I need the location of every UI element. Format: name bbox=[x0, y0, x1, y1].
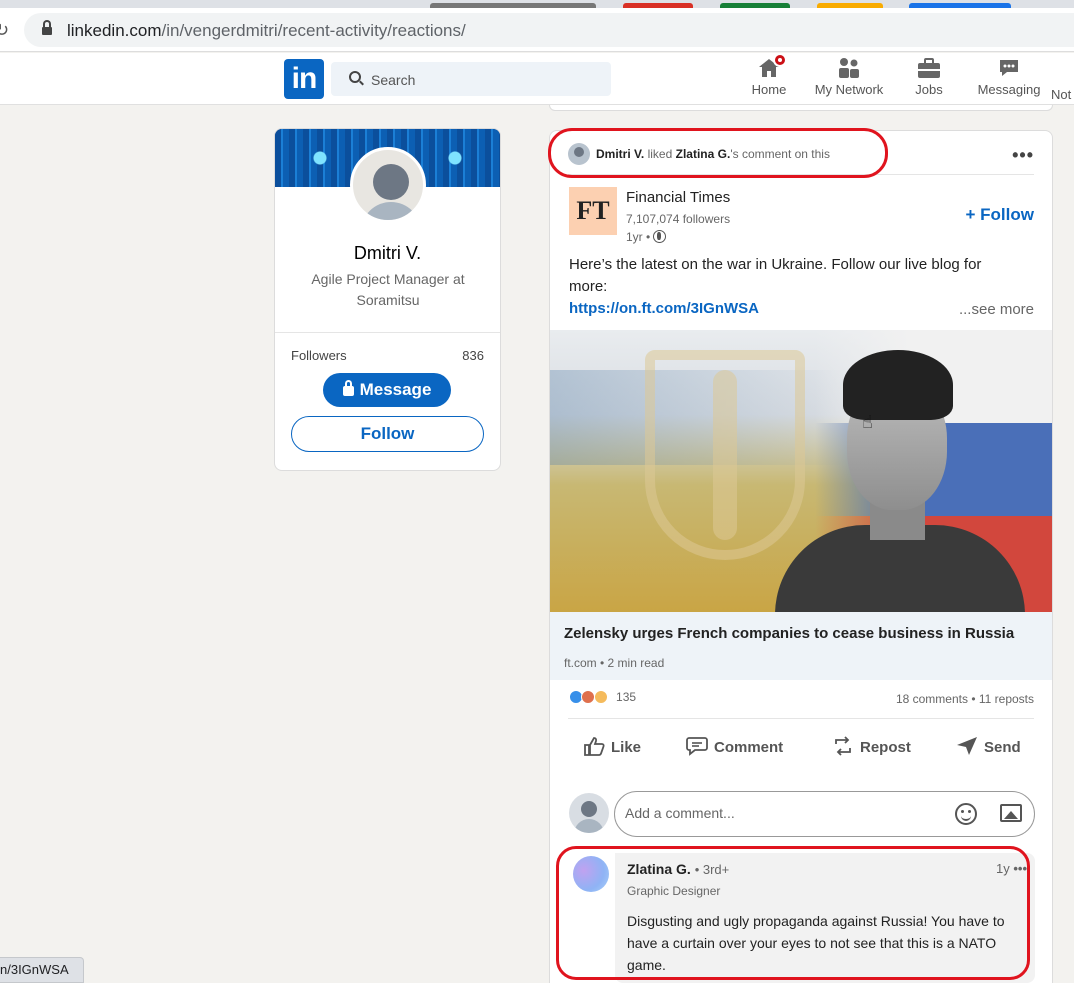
nav-my-network-label: My Network bbox=[814, 82, 884, 97]
post-link[interactable]: https://on.ft.com/3IGnWSA bbox=[569, 300, 759, 317]
highlight-annotation bbox=[556, 846, 1030, 980]
comment-placeholder: Add a comment... bbox=[625, 805, 735, 821]
article-source: ft.com • 2 min read bbox=[564, 656, 665, 670]
send-label: Send bbox=[984, 739, 1021, 756]
current-user-avatar[interactable] bbox=[569, 793, 609, 833]
emoji-icon[interactable] bbox=[955, 803, 977, 825]
nav-messaging[interactable]: Messaging bbox=[976, 57, 1042, 97]
repost-icon bbox=[832, 736, 854, 756]
insightful-reaction-icon bbox=[593, 690, 608, 704]
reaction-count: 135 bbox=[616, 690, 637, 704]
browser-status-bar: n/3IGnWSA bbox=[0, 957, 84, 983]
divider bbox=[568, 718, 1034, 719]
url-text[interactable]: linkedin.com/in/vengerdmitri/recent-acti… bbox=[67, 21, 466, 41]
comment-composer: Add a comment... bbox=[569, 791, 1035, 837]
followers-count: 836 bbox=[462, 348, 484, 363]
home-icon bbox=[757, 53, 787, 79]
send-icon bbox=[956, 736, 978, 756]
search-placeholder: Search bbox=[371, 72, 416, 88]
linkedin-header: in Search Home My Network Jobs Messaging… bbox=[0, 53, 1074, 105]
highlight-annotation bbox=[548, 128, 888, 178]
more-options-icon[interactable]: ••• bbox=[1012, 145, 1034, 166]
globe-icon bbox=[653, 230, 667, 243]
browser-address-bar: ↻ linkedin.com/in/vengerdmitri/recent-ac… bbox=[0, 8, 1074, 52]
article-link-card[interactable]: Zelensky urges French companies to cease… bbox=[550, 612, 1052, 680]
notification-badge bbox=[773, 53, 787, 67]
browser-tab-strip bbox=[0, 0, 1074, 8]
nav-notifications-label: Not bbox=[1051, 87, 1072, 102]
lock-icon[interactable] bbox=[42, 20, 52, 36]
send-button[interactable]: Send bbox=[956, 736, 1021, 756]
like-button[interactable]: Like bbox=[583, 736, 641, 756]
url-omnibox[interactable]: linkedin.com/in/vengerdmitri/recent-acti… bbox=[24, 13, 1074, 47]
org-followers: 7,107,074 followers bbox=[626, 212, 731, 226]
nav-home[interactable]: Home bbox=[749, 53, 789, 97]
image-icon[interactable] bbox=[1000, 804, 1022, 822]
profile-name[interactable]: Dmitri V. bbox=[275, 243, 500, 264]
thumbs-up-icon bbox=[583, 736, 605, 756]
message-button[interactable]: Message bbox=[323, 373, 451, 407]
repost-button[interactable]: Repost bbox=[832, 736, 911, 756]
lock-icon bbox=[342, 380, 354, 396]
article-title[interactable]: Zelensky urges French companies to cease… bbox=[564, 625, 1014, 642]
linkedin-logo[interactable]: in bbox=[284, 59, 324, 99]
nav-notifications[interactable]: Not bbox=[1051, 87, 1074, 102]
previous-post-bottom bbox=[549, 105, 1053, 111]
comment-button[interactable]: Comment bbox=[686, 736, 783, 756]
post-stats[interactable]: 18 comments • 11 reposts bbox=[896, 692, 1034, 706]
nav-messaging-label: Messaging bbox=[977, 82, 1041, 97]
messaging-icon bbox=[997, 57, 1021, 79]
nav-jobs-label: Jobs bbox=[915, 82, 943, 97]
org-logo[interactable]: FT bbox=[569, 187, 617, 235]
network-icon bbox=[837, 57, 861, 79]
trident-emblem bbox=[645, 350, 805, 560]
like-label: Like bbox=[611, 739, 642, 756]
follow-button[interactable]: Follow bbox=[291, 416, 484, 452]
post-time: 1yr • bbox=[626, 230, 667, 244]
divider bbox=[275, 332, 500, 333]
portrait-photo bbox=[775, 350, 1025, 612]
nav-home-label: Home bbox=[751, 82, 787, 97]
nav-jobs[interactable]: Jobs bbox=[912, 57, 946, 97]
nav-my-network[interactable]: My Network bbox=[812, 57, 886, 97]
profile-headline: Agile Project Manager at Soramitsu bbox=[311, 271, 465, 308]
followers-label: Followers bbox=[291, 348, 347, 363]
repost-label: Repost bbox=[860, 739, 911, 756]
profile-avatar[interactable] bbox=[350, 147, 426, 223]
see-more-link[interactable]: ...see more bbox=[959, 301, 1034, 318]
message-button-label: Message bbox=[359, 380, 432, 399]
briefcase-icon bbox=[917, 57, 941, 79]
post-text: Here’s the latest on the war in Ukraine.… bbox=[569, 256, 982, 295]
comment-label: Comment bbox=[714, 739, 784, 756]
post-time-text: 1yr • bbox=[626, 230, 651, 244]
org-name[interactable]: Financial Times bbox=[626, 189, 730, 206]
search-icon bbox=[349, 71, 361, 83]
comment-icon bbox=[686, 736, 708, 756]
follow-org-button[interactable]: + Follow bbox=[966, 205, 1034, 225]
reactions-summary[interactable]: 135 bbox=[569, 690, 636, 704]
search-input[interactable]: Search bbox=[331, 62, 611, 96]
article-image[interactable]: ☝ bbox=[550, 330, 1052, 612]
comment-input[interactable]: Add a comment... bbox=[614, 791, 1035, 837]
profile-card: Dmitri V. Agile Project Manager at Soram… bbox=[274, 128, 501, 471]
hand-cursor-icon: ☝ bbox=[862, 412, 873, 432]
reload-icon[interactable]: ↻ bbox=[0, 20, 9, 41]
